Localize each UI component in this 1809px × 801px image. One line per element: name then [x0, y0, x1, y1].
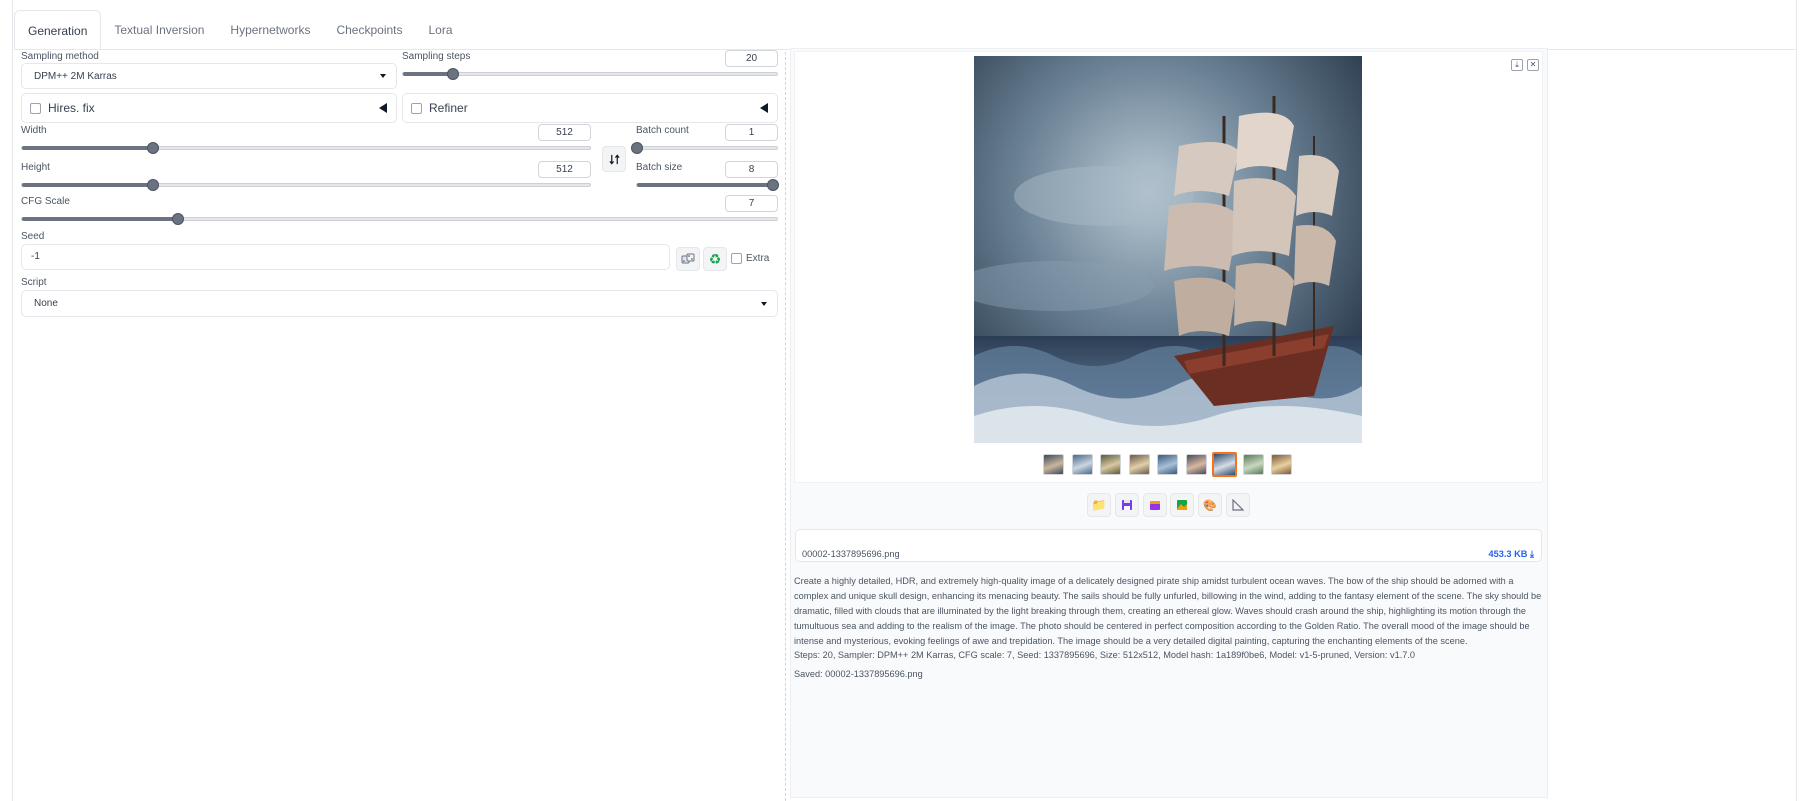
sampling-steps-slider[interactable]	[402, 68, 778, 80]
tab-hypernetworks[interactable]: Hypernetworks	[217, 10, 323, 50]
slider-handle[interactable]	[447, 68, 460, 80]
hires-fix-accordion[interactable]: Hires. fix	[21, 93, 397, 123]
swap-dimensions-button[interactable]	[602, 146, 626, 172]
height-input[interactable]: 512	[538, 161, 591, 178]
gallery-thumbnail[interactable]	[1185, 454, 1207, 475]
tab-bar: Generation Textual Inversion Hypernetwor…	[14, 10, 466, 50]
collapse-triangle-icon[interactable]	[379, 103, 387, 113]
width-label: Width	[21, 125, 47, 136]
refiner-label: Refiner	[429, 101, 468, 115]
sampling-steps-label: Sampling steps	[402, 51, 471, 62]
tab-generation[interactable]: Generation	[14, 10, 102, 50]
batch-size-label: Batch size	[636, 162, 683, 173]
slider-fill	[637, 183, 773, 187]
collapse-triangle-icon[interactable]	[760, 103, 768, 113]
slider-fill	[22, 217, 179, 221]
gallery-thumbnail[interactable]	[1242, 454, 1264, 475]
gallery-thumbnail[interactable]	[1071, 454, 1093, 475]
chevron-down-icon	[380, 74, 386, 78]
recycle-icon: ♻	[708, 251, 722, 267]
send-to-img2img-button[interactable]	[1170, 493, 1194, 517]
send-to-inpaint-button[interactable]: 🎨	[1198, 493, 1222, 517]
batch-size-slider[interactable]	[636, 179, 779, 191]
extra-seed-label: Extra	[746, 253, 770, 264]
sampling-method-dropdown[interactable]: DPM++ 2M Karras	[21, 63, 397, 89]
sampling-method-value: DPM++ 2M Karras	[34, 70, 117, 82]
file-info-box: 00002-1337895696.png 453.3 KB ⤓	[795, 529, 1542, 562]
tab-lora[interactable]: Lora	[416, 10, 466, 50]
gallery-thumbnail[interactable]	[1212, 452, 1237, 477]
refiner-accordion[interactable]: Refiner	[402, 93, 778, 123]
refiner-checkbox[interactable]	[411, 102, 422, 114]
tab-textual-inversion[interactable]: Textual Inversion	[101, 10, 217, 50]
sampling-steps-input[interactable]: 20	[725, 50, 778, 67]
gallery-thumbnail[interactable]	[1043, 454, 1064, 475]
output-filename: 00002-1337895696.png	[802, 549, 900, 559]
palette-icon: 🎨	[1203, 499, 1217, 512]
hires-fix-label: Hires. fix	[48, 101, 95, 115]
chevron-down-icon	[761, 301, 767, 306]
batch-count-input[interactable]: 1	[725, 124, 778, 141]
script-dropdown[interactable]: None	[21, 290, 778, 317]
generation-parameters: Steps: 20, Sampler: DPM++ 2M Karras, CFG…	[794, 650, 1416, 660]
dice-icon	[681, 253, 695, 264]
save-icon	[1122, 500, 1132, 510]
reuse-seed-button[interactable]: ♻	[703, 247, 727, 271]
gallery-thumbnail[interactable]	[1271, 454, 1292, 475]
download-link[interactable]: 453.3 KB ⤓	[1489, 549, 1534, 560]
slider-handle[interactable]	[631, 142, 643, 154]
extra-seed-checkbox[interactable]	[731, 253, 742, 264]
height-label: Height	[21, 162, 50, 173]
batch-count-slider[interactable]	[631, 142, 778, 154]
slider-handle[interactable]	[767, 179, 779, 191]
tab-checkpoints[interactable]: Checkpoints	[323, 10, 415, 50]
batch-count-label: Batch count	[636, 125, 689, 136]
sampling-method-label: Sampling method	[21, 51, 99, 62]
open-folder-button[interactable]: 📁	[1087, 493, 1111, 517]
file-size: 453.3 KB	[1488, 549, 1528, 559]
gallery-thumbnail[interactable]	[1100, 454, 1121, 475]
close-icon[interactable]: ✕	[1527, 59, 1539, 71]
save-button[interactable]	[1115, 493, 1139, 517]
generation-prompt: Create a highly detailed, HDR, and extre…	[794, 576, 1542, 647]
batch-size-input[interactable]: 8	[725, 161, 778, 178]
saved-status: Saved: 00002-1337895696.png	[794, 669, 923, 679]
download-arrow-icon: ⤓	[1529, 549, 1534, 559]
random-seed-button[interactable]	[676, 247, 700, 271]
script-value: None	[34, 298, 58, 309]
gallery-thumbnail[interactable]	[1157, 454, 1178, 475]
swap-dimensions-icon	[608, 153, 620, 165]
generated-image[interactable]	[974, 56, 1362, 443]
slider-fill	[403, 72, 454, 76]
width-slider[interactable]	[21, 142, 591, 154]
slider-fill	[22, 146, 154, 150]
seed-input[interactable]: -1	[21, 244, 670, 270]
zip-button[interactable]	[1143, 493, 1167, 517]
height-slider[interactable]	[21, 179, 591, 191]
pirate-ship-image	[974, 56, 1362, 443]
hires-fix-checkbox[interactable]	[30, 102, 41, 114]
width-input[interactable]: 512	[538, 124, 591, 141]
cfg-scale-label: CFG Scale	[21, 196, 70, 207]
cfg-scale-input[interactable]: 7	[725, 195, 778, 212]
seed-label: Seed	[21, 231, 45, 242]
send-to-extras-button[interactable]	[1226, 493, 1250, 517]
gallery-thumbnail[interactable]	[1128, 454, 1150, 475]
cfg-scale-slider[interactable]	[21, 213, 778, 225]
slider-fill	[22, 183, 154, 187]
folder-icon: 📁	[1091, 498, 1107, 512]
download-icon[interactable]: ⤓	[1511, 59, 1523, 71]
column-divider	[785, 52, 786, 801]
script-label: Script	[21, 277, 47, 288]
zip-icon	[1150, 501, 1160, 510]
ruler-icon	[1232, 499, 1244, 511]
image-icon	[1177, 500, 1187, 510]
